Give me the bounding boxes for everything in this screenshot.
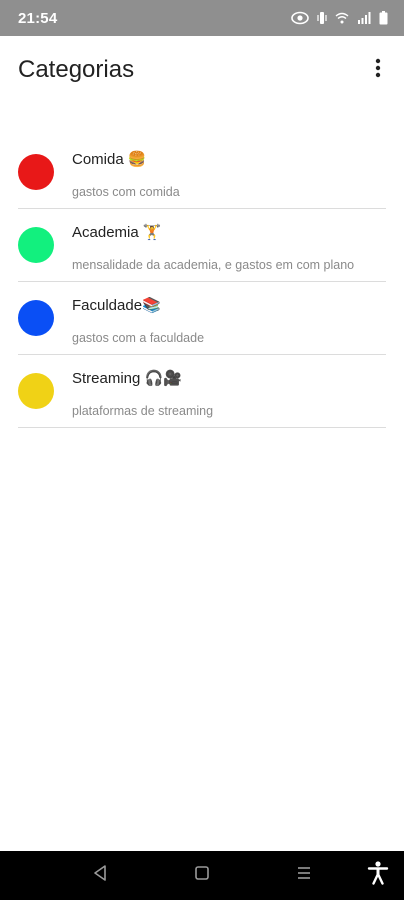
- category-description: gastos com a faculdade: [72, 331, 205, 345]
- category-title: Comida 🍔: [72, 151, 147, 168]
- list-item[interactable]: Academia 🏋 mensalidade da academia, e ga…: [18, 209, 386, 282]
- status-time: 21:54: [18, 9, 58, 27]
- recents-button[interactable]: [292, 863, 316, 887]
- category-title: Academia 🏋: [72, 224, 162, 241]
- status-bar: 21:54: [0, 0, 404, 36]
- back-button[interactable]: [88, 863, 112, 887]
- category-color-dot: [18, 227, 54, 263]
- list-item[interactable]: Streaming 🎧🎥 plataformas de streaming: [18, 355, 386, 428]
- app-bar: Categorias: [0, 36, 404, 104]
- status-icons: [291, 11, 388, 25]
- navigation-bar: [0, 851, 404, 900]
- list-item[interactable]: Comida 🍔 gastos com comida: [18, 136, 386, 209]
- more-options-button[interactable]: [366, 54, 390, 86]
- home-button[interactable]: [190, 863, 214, 887]
- page-title: Categorias: [18, 56, 135, 83]
- category-description: plataformas de streaming: [72, 404, 214, 418]
- category-color-dot: [18, 373, 54, 409]
- more-vert-icon: [375, 58, 381, 83]
- category-color-dot: [18, 154, 54, 190]
- category-description: gastos com comida: [72, 185, 180, 199]
- accessibility-icon: [367, 860, 389, 890]
- category-title: Streaming 🎧🎥: [72, 370, 182, 387]
- category-title: Faculdade📚: [72, 297, 161, 314]
- battery-icon: [379, 11, 388, 25]
- vibrate-icon: [317, 11, 327, 25]
- accessibility-button[interactable]: [366, 860, 390, 890]
- category-color-dot: [18, 300, 54, 336]
- signal-icon: [357, 12, 371, 24]
- eye-icon: [291, 11, 309, 25]
- category-description: mensalidade da academia, e gastos em com…: [72, 258, 355, 272]
- category-list: Comida 🍔 gastos com comida Academia 🏋 me…: [0, 136, 404, 428]
- wifi-icon: [335, 12, 349, 24]
- back-icon: [92, 864, 108, 887]
- list-item[interactable]: Faculdade📚 gastos com a faculdade: [18, 282, 386, 355]
- recents-icon: [296, 865, 312, 886]
- home-icon: [194, 865, 210, 886]
